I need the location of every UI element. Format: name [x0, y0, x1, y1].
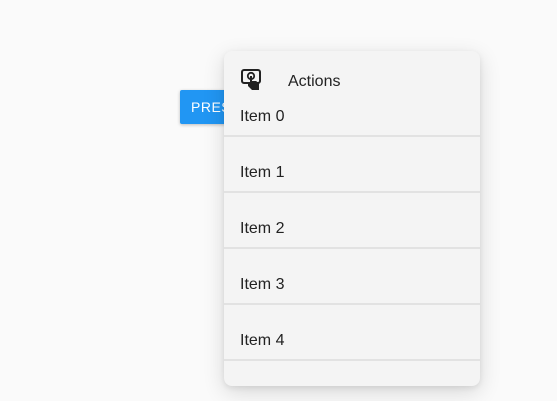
menu-item-label: Item 3	[240, 276, 285, 293]
menu-header-label: Actions	[288, 73, 341, 90]
menu-item-label: Item 2	[240, 220, 285, 237]
menu-item-label: Item 4	[240, 332, 285, 349]
menu-header: Actions	[224, 51, 480, 107]
menu-item-3[interactable]: Item 3	[224, 249, 480, 305]
divider	[224, 359, 480, 361]
actions-menu: Actions Item 0 Item 1 Item 2 Item 3 Item…	[224, 51, 480, 386]
touch-app-icon	[240, 68, 264, 92]
menu-item-label: Item 0	[240, 108, 285, 125]
menu-item-label: Item 1	[240, 164, 285, 181]
app-surface: PRESS ME Actions Item 0 Item 1 Item 2	[0, 0, 557, 401]
menu-item-2[interactable]: Item 2	[224, 193, 480, 249]
menu-item-4[interactable]: Item 4	[224, 305, 480, 361]
menu-item-1[interactable]: Item 1	[224, 137, 480, 193]
